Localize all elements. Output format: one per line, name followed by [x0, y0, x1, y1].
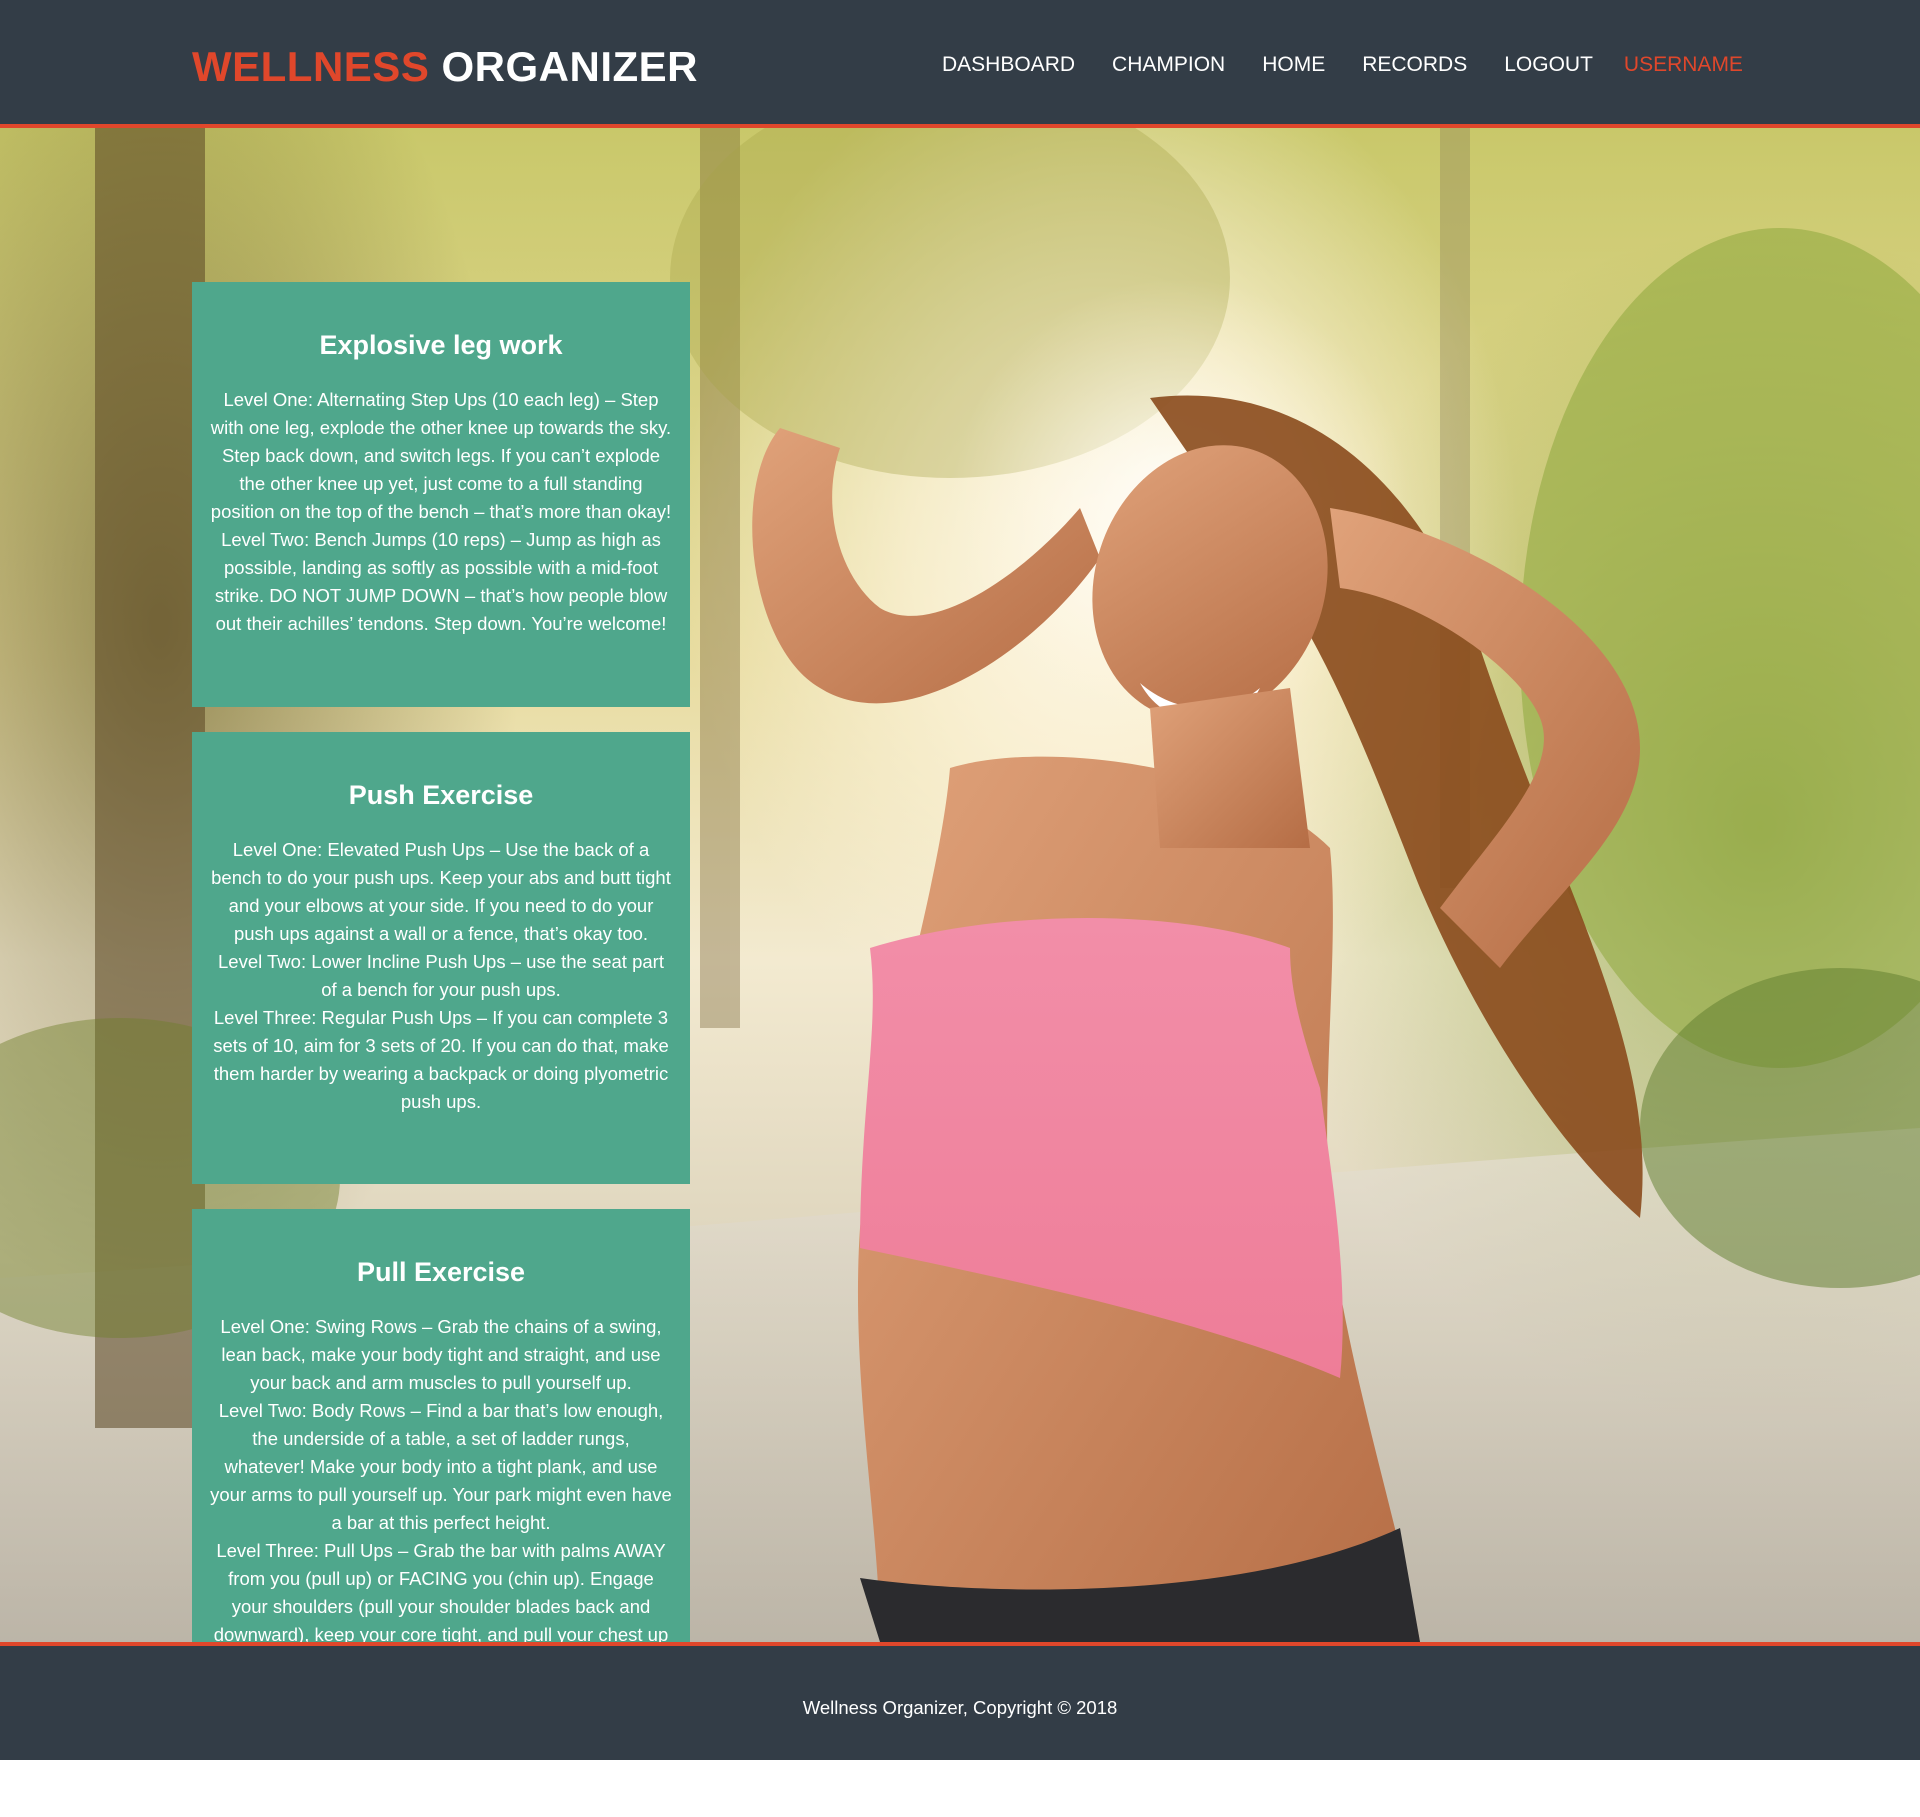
- nav-dashboard[interactable]: DASHBOARD: [942, 52, 1075, 78]
- site-logo[interactable]: WELLNESS ORGANIZER: [192, 42, 698, 92]
- nav-records[interactable]: RECORDS: [1362, 52, 1467, 78]
- card-paragraph: Level Three: Regular Push Ups – If you c…: [213, 1007, 669, 1112]
- copyright-text: Wellness Organizer, Copyright © 2018: [802, 1697, 1118, 1718]
- nav-username[interactable]: USERNAME: [1624, 52, 1743, 78]
- exercise-card-explosive-leg-work: Explosive leg work Level One: Alternatin…: [192, 282, 690, 707]
- card-paragraph: Level Two: Bench Jumps (10 reps) – Jump …: [214, 529, 668, 634]
- logo-organizer: ORGANIZER: [441, 43, 699, 90]
- card-paragraph: Level Three: Pull Ups – Grab the bar wit…: [213, 1540, 669, 1642]
- card-paragraph: Level One: Alternating Step Ups (10 each…: [210, 389, 672, 522]
- nav-home[interactable]: HOME: [1262, 52, 1325, 78]
- card-paragraph: Level Two: Body Rows – Find a bar that’s…: [210, 1400, 672, 1533]
- card-title: Explosive leg work: [319, 330, 563, 360]
- hero-background: Explosive leg work Level One: Alternatin…: [0, 128, 1920, 1642]
- page: WELLNESS ORGANIZER DASHBOARD CHAMPION HO…: [0, 0, 1920, 1817]
- main-nav: DASHBOARD CHAMPION HOME RECORDS LOGOUT U…: [942, 52, 1743, 78]
- card-title: Push Exercise: [348, 780, 534, 810]
- site-header: WELLNESS ORGANIZER DASHBOARD CHAMPION HO…: [0, 0, 1920, 128]
- site-footer: Wellness Organizer, Copyright © 2018: [0, 1642, 1920, 1760]
- logo-wellness: WELLNESS: [192, 43, 430, 90]
- nav-champion[interactable]: CHAMPION: [1112, 52, 1225, 78]
- exercise-card-push-exercise: Push Exercise Level One: Elevated Push U…: [192, 732, 690, 1184]
- nav-logout[interactable]: LOGOUT: [1504, 52, 1593, 78]
- card-paragraph: Level Two: Lower Incline Push Ups – use …: [218, 951, 664, 1000]
- card-title: Pull Exercise: [356, 1257, 526, 1287]
- card-paragraph: Level One: Elevated Push Ups – Use the b…: [211, 839, 671, 944]
- exercise-card-pull-exercise: Pull Exercise Level One: Swing Rows – Gr…: [192, 1209, 690, 1642]
- card-paragraph: Level One: Swing Rows – Grab the chains …: [220, 1316, 662, 1393]
